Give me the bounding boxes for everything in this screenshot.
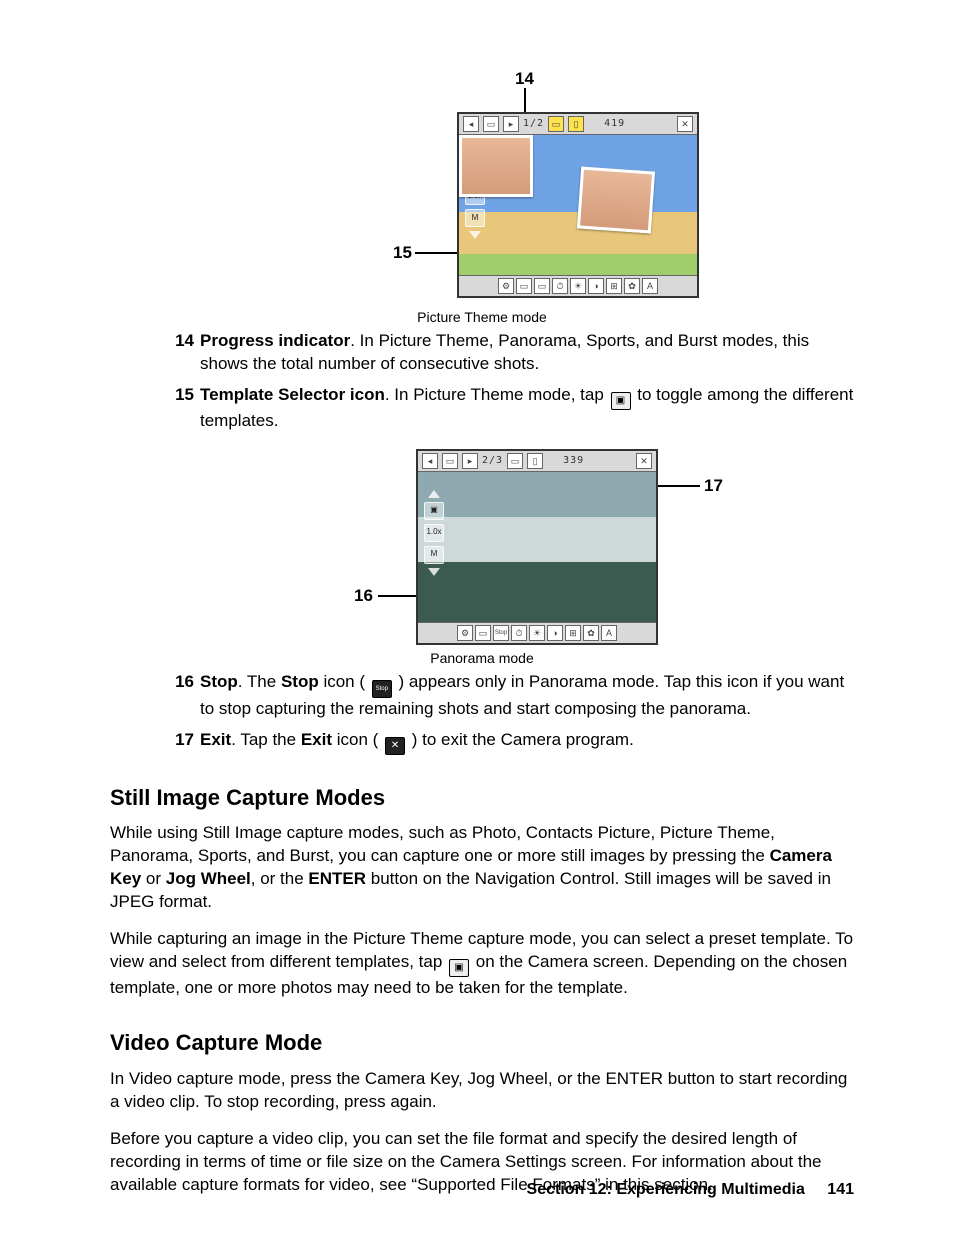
template-selector-icon: ▣ <box>611 392 631 410</box>
prev-icon: ◂ <box>422 453 438 469</box>
figure-picture-theme: 14 15 ◂ ▭ ▸ 1/2 ▭ ▯ 419 ✕ ▣ 1.0x M <box>247 70 717 320</box>
figure-panorama: 17 16 ◂ ▭ ▸ 2/3 ▭ ▯ 339 ✕ ▣ 1.0x M <box>212 445 752 661</box>
next-icon: ▸ <box>503 116 519 132</box>
para-still-1: While using Still Image capture modes, s… <box>110 822 854 914</box>
screen2-body: ▣ 1.0x M <box>418 472 656 622</box>
progress-icon: ▭ <box>548 116 564 132</box>
exit-icon: ✕ <box>385 737 405 755</box>
screen2-topbar: ◂ ▭ ▸ 2/3 ▭ ▯ 339 ✕ <box>418 451 656 472</box>
screen1-botbar: ⚙▭▭ ⏱☀◑ ⊞✿A <box>459 275 697 296</box>
close-icon: ✕ <box>677 116 693 132</box>
template-selector-icon: ▣ <box>424 502 444 520</box>
counter-text: 1/2 <box>523 117 544 131</box>
progress-icon: ▭ <box>507 453 523 469</box>
footer-section: Section 12: Experiencing Multimedia <box>527 1181 805 1198</box>
screen1-body: ▣ 1.0x M <box>459 135 697 275</box>
zoom-label: 1.0x <box>424 524 444 542</box>
prev-icon: ◂ <box>463 116 479 132</box>
heading-video: Video Capture Mode <box>110 1028 854 1058</box>
callout-17: 17 <box>704 475 723 498</box>
mode-icon: ▭ <box>483 116 499 132</box>
callout-15: 15 <box>393 242 412 265</box>
template-selector-icon: ▣ <box>449 959 469 977</box>
heading-still-image: Still Image Capture Modes <box>110 783 854 813</box>
close-icon: ✕ <box>636 453 652 469</box>
figure1-caption: Picture Theme mode <box>247 308 717 327</box>
page-footer: Section 12: Experiencing Multimedia 141 <box>527 1179 854 1201</box>
def-16: 16 Stop. The Stop icon ( Stop ) appears … <box>170 671 854 721</box>
mode-small-icon: M <box>465 209 485 227</box>
screen2-botbar: ⚙▭ Stop ⏱☀◑ ⊞✿A <box>418 622 656 643</box>
def-17: 17 Exit. Tap the Exit icon ( ✕ ) to exit… <box>170 729 854 755</box>
mode-small-icon: M <box>424 546 444 564</box>
para-still-2: While capturing an image in the Picture … <box>110 928 854 1000</box>
para-video-1: In Video capture mode, press the Camera … <box>110 1068 854 1114</box>
figure2-caption: Panorama mode <box>212 649 752 668</box>
def-14: 14 Progress indicator. In Picture Theme,… <box>170 330 854 376</box>
progress-icon-2: ▯ <box>568 116 584 132</box>
counter-text: 2/3 <box>482 454 503 468</box>
progress-icon-2: ▯ <box>527 453 543 469</box>
shots-remaining: 419 <box>604 117 625 131</box>
mode-icon: ▭ <box>442 453 458 469</box>
footer-page: 141 <box>827 1181 854 1198</box>
shots-remaining: 339 <box>563 454 584 468</box>
stop-icon: Stop <box>372 680 392 698</box>
next-icon: ▸ <box>462 453 478 469</box>
screen1-topbar: ◂ ▭ ▸ 1/2 ▭ ▯ 419 ✕ <box>459 114 697 135</box>
stop-icon: Stop <box>493 625 509 641</box>
def-15: 15 Template Selector icon. In Picture Th… <box>170 384 854 433</box>
callout-16: 16 <box>354 585 373 608</box>
